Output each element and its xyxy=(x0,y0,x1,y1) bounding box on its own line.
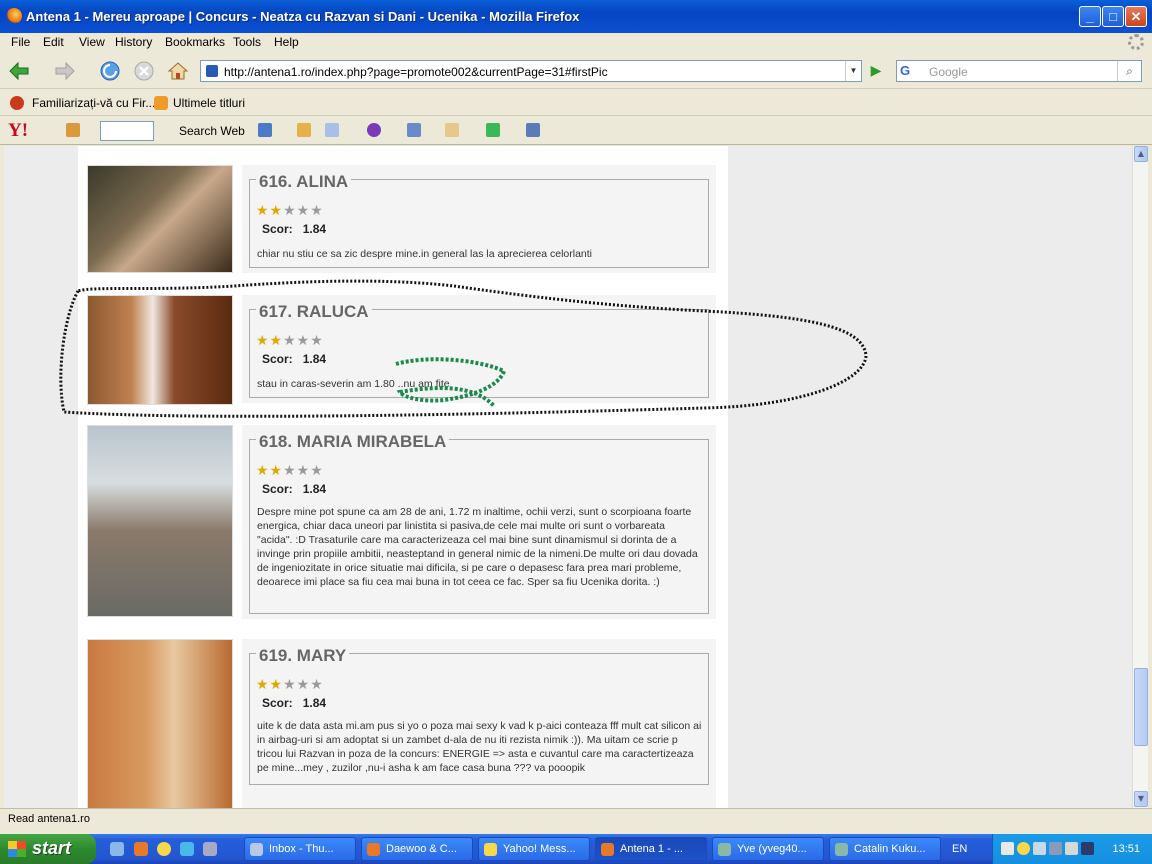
scroll-up-icon[interactable]: ▲ xyxy=(1134,146,1148,162)
task-yahoo-messenger[interactable]: Yahoo! Mess... xyxy=(478,837,590,861)
bookmarks-toolbar: Familiarizați-vă cu Fir... Ultimele titl… xyxy=(0,90,1152,116)
menu-bar: File Edit View History Bookmarks Tools H… xyxy=(0,33,1152,53)
shield-icon[interactable] xyxy=(258,123,272,137)
home-icon[interactable] xyxy=(166,59,190,83)
window-title: Antena 1 - Mereu aproape | Concurs - Nea… xyxy=(26,9,580,24)
search-icon[interactable]: ⌕ xyxy=(1117,61,1141,81)
search-web-button[interactable]: Search Web xyxy=(179,124,245,138)
tray-messenger-icon[interactable] xyxy=(1017,842,1030,855)
hand-drawn-annotation xyxy=(59,279,868,418)
clock: 13:51 xyxy=(1112,843,1140,855)
status-bar: Read antena1.ro xyxy=(0,808,1152,830)
url-bar[interactable]: http://antena1.ro/index.php?page=promote… xyxy=(200,60,862,82)
yahoo-toolbar: Y! Search Web xyxy=(0,117,1152,145)
task-antena1[interactable]: Antena 1 - ... xyxy=(595,837,707,861)
quicklaunch-messenger-icon[interactable] xyxy=(157,842,171,856)
start-button[interactable]: start xyxy=(0,834,96,864)
maximize-button[interactable]: □ xyxy=(1102,6,1124,27)
mail-icon[interactable] xyxy=(325,123,339,137)
tray-app-icon[interactable] xyxy=(1049,842,1062,855)
windows-logo-icon xyxy=(8,841,26,857)
tray-icon[interactable] xyxy=(1001,842,1014,855)
url-dropdown-icon[interactable]: ▼ xyxy=(845,61,861,81)
menu-file[interactable]: File xyxy=(11,35,30,49)
menu-view[interactable]: View xyxy=(79,35,105,49)
menu-history[interactable]: History xyxy=(115,35,152,49)
green-arrow-mark xyxy=(395,357,507,408)
rss-icon xyxy=(154,96,168,110)
yahoo-logo-icon[interactable]: Y! xyxy=(8,120,28,142)
site-favicon-icon xyxy=(206,65,218,77)
search-box[interactable]: G Google ⌕ xyxy=(896,60,1142,82)
google-engine-icon[interactable]: G xyxy=(900,63,916,79)
bookmark-latest-headlines[interactable]: Ultimele titluri xyxy=(173,96,245,110)
quicklaunch-app-icon[interactable] xyxy=(180,842,194,856)
system-tray: 13:51 xyxy=(992,834,1152,864)
menu-tools[interactable]: Tools xyxy=(233,35,261,49)
firefox-bookmark-icon xyxy=(10,96,24,110)
highlight-icon[interactable] xyxy=(297,123,311,137)
my-yahoo-icon[interactable] xyxy=(367,123,381,137)
firefox-window: Antena 1 - Mereu aproape | Concurs - Nea… xyxy=(0,0,1152,864)
tray-monitor-icon[interactable] xyxy=(1081,842,1094,855)
back-icon[interactable] xyxy=(8,59,32,83)
pencil-icon[interactable] xyxy=(66,123,80,137)
tray-network-icon[interactable] xyxy=(1033,842,1046,855)
black-circle-mark xyxy=(59,279,868,418)
menu-help[interactable]: Help xyxy=(274,35,299,49)
stop-icon[interactable] xyxy=(132,59,156,83)
page-viewport: 616. ALINA ★★★★★ Scor: 1.84 chiar nu stiu… xyxy=(4,146,1132,808)
hand-icon[interactable] xyxy=(445,123,459,137)
windows-taskbar: start Inbox - Thu... Daewoo & C... Yahoo… xyxy=(0,834,1152,864)
yahoo-search-input[interactable] xyxy=(100,121,154,141)
task-catalin[interactable]: Catalin Kuku... xyxy=(829,837,941,861)
throbber-icon xyxy=(1128,34,1144,50)
quicklaunch-ie-icon[interactable] xyxy=(110,842,124,856)
language-indicator[interactable]: EN xyxy=(952,843,967,855)
firefox-icon xyxy=(6,8,22,24)
quicklaunch-firefox-icon[interactable] xyxy=(134,842,148,856)
tray-volume-icon[interactable] xyxy=(1065,842,1078,855)
menu-bookmarks[interactable]: Bookmarks xyxy=(165,35,225,49)
quicklaunch-mail-icon[interactable] xyxy=(203,842,217,856)
vertical-scrollbar[interactable]: ▲ ▼ xyxy=(1132,146,1148,808)
menu-edit[interactable]: Edit xyxy=(43,35,64,49)
bookmarks-icon[interactable] xyxy=(407,123,421,137)
title-bar[interactable]: Antena 1 - Mereu aproape | Concurs - Nea… xyxy=(0,0,1152,33)
task-daewoo[interactable]: Daewoo & C... xyxy=(361,837,473,861)
go-button[interactable]: ▶ xyxy=(866,61,886,81)
url-text: http://antena1.ro/index.php?page=promote… xyxy=(224,65,608,79)
status-text: Read antena1.ro xyxy=(8,813,90,825)
forward-icon[interactable] xyxy=(52,59,76,83)
scroll-thumb[interactable] xyxy=(1134,668,1148,746)
close-button[interactable]: ✕ xyxy=(1125,6,1147,27)
task-inbox[interactable]: Inbox - Thu... xyxy=(244,837,356,861)
search-placeholder: Google xyxy=(929,65,968,79)
bookmark-getting-started[interactable]: Familiarizați-vă cu Fir... xyxy=(32,96,155,110)
minimize-button[interactable]: _ xyxy=(1079,6,1101,27)
messenger-icon[interactable] xyxy=(486,123,500,137)
reload-icon[interactable] xyxy=(98,59,122,83)
task-yve[interactable]: Yve (yveg40... xyxy=(712,837,824,861)
exit-icon[interactable] xyxy=(526,123,540,137)
scroll-down-icon[interactable]: ▼ xyxy=(1134,791,1148,807)
